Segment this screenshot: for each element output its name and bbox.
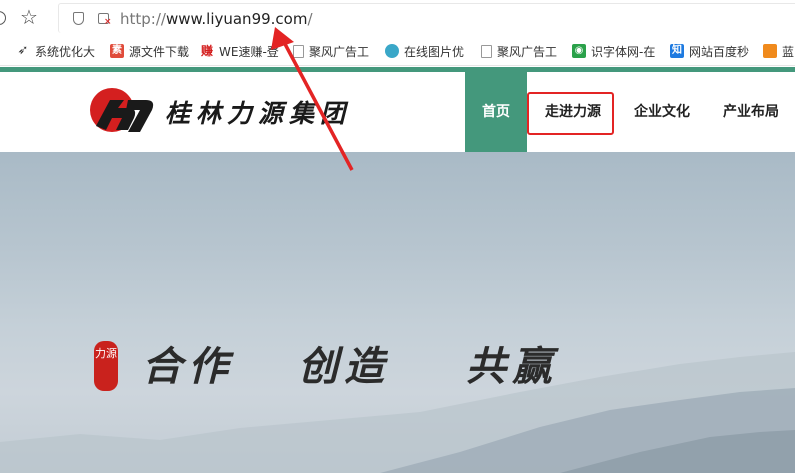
bookmark-item[interactable]: 知 网站百度秒 <box>670 42 749 60</box>
nav-home[interactable]: 首页 <box>465 72 527 152</box>
bookmark-label: 源文件下载 <box>129 44 190 59</box>
url-path: / <box>307 10 313 28</box>
bookmark-item[interactable]: 素 源文件下载 <box>110 42 189 60</box>
cloud-icon <box>385 44 399 58</box>
reload-icon[interactable] <box>0 11 6 25</box>
star-icon[interactable]: ☆ <box>20 6 38 28</box>
bookmark-item[interactable]: ➶ 系统优化大 <box>16 42 95 60</box>
seal-stamp: 力源 <box>94 341 118 391</box>
address-bar-row: ☆ × http://www.liyuan99.com/ <box>0 0 795 36</box>
url-scheme: http:// <box>120 10 166 28</box>
bookmark-label: 在线图片优 <box>404 44 465 59</box>
bookmark-label: 系统优化大 <box>35 44 96 59</box>
bookmark-label: WE速赚-登 <box>219 44 279 59</box>
shield-icon[interactable] <box>73 12 84 25</box>
bird-icon: ➶ <box>17 43 29 58</box>
bookmark-item[interactable]: 在线图片优 <box>385 42 464 60</box>
zhuan-icon: 赚 <box>200 44 213 58</box>
company-logo-icon[interactable] <box>88 86 158 138</box>
highlight-box <box>527 92 614 135</box>
zhi-icon: 知 <box>670 44 684 58</box>
bookmark-label: 识字体网-在 <box>591 44 656 59</box>
flag-icon <box>763 44 777 58</box>
company-name[interactable]: 桂林力源集团 <box>165 94 351 130</box>
bookmark-label: 网站百度秒 <box>689 44 750 59</box>
url-host: www.liyuan99.com <box>165 10 308 28</box>
bookmark-label: 蓝 <box>782 44 795 59</box>
bookmark-item[interactable]: 聚风广告工 <box>481 42 557 60</box>
bookmark-item[interactable]: 聚风广告工 <box>293 42 369 60</box>
bookmark-label: 聚风广告工 <box>309 44 370 59</box>
insecure-x-icon: × <box>104 17 112 27</box>
bookmark-item[interactable]: 赚 WE速赚-登 <box>200 42 279 60</box>
slogan-win-win: 共赢 <box>466 343 558 390</box>
hero-banner: 力源 合作 创造 共赢 <box>0 152 795 473</box>
site-header: 桂林力源集团 首页 走进力源 企业文化 产业布局 <box>0 72 795 152</box>
url-box[interactable]: × http://www.liyuan99.com/ <box>58 3 795 33</box>
bookmarks-bar: ➶ 系统优化大 素 源文件下载 赚 WE速赚-登 聚风广告工 在线图片优 聚风广… <box>0 36 795 66</box>
nav-culture[interactable]: 企业文化 <box>626 72 698 152</box>
mountains-image <box>0 352 795 473</box>
url-text[interactable]: http://www.liyuan99.com/ <box>120 10 313 28</box>
slogan-create: 创造 <box>298 343 390 390</box>
bookmark-label: 聚风广告工 <box>497 44 558 59</box>
bookmark-item[interactable]: ◉ 识字体网-在 <box>572 42 655 60</box>
eye-icon: ◉ <box>572 44 586 58</box>
bookmark-item[interactable]: 蓝 <box>763 42 794 60</box>
nav-layout[interactable]: 产业布局 <box>715 72 787 152</box>
su-icon: 素 <box>110 44 124 58</box>
page-icon <box>481 44 492 58</box>
page-icon <box>293 44 304 58</box>
slogan-cooperate: 合作 <box>142 343 234 390</box>
